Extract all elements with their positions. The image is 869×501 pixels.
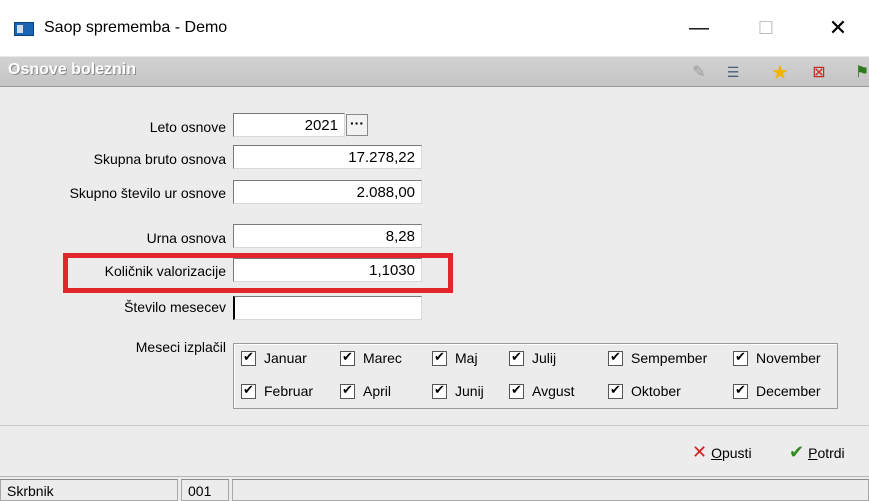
month-checkbox[interactable]: Julij [509, 349, 557, 366]
leto-osnove-label: Leto osnove [149, 119, 226, 135]
delete-icon[interactable]: ⊠ [808, 61, 830, 83]
month-checkbox[interactable]: December [733, 382, 821, 399]
close-x-icon: ✕ [692, 442, 708, 462]
month-label: April [363, 383, 392, 399]
highlight-annotation [63, 253, 453, 293]
exit-icon[interactable]: ⚑ [851, 61, 869, 83]
urna-osnova-label: Urna osnova [146, 230, 226, 246]
month-checkbox[interactable]: Oktober [608, 382, 681, 399]
month-checkbox[interactable]: Junij [432, 382, 484, 399]
checkbox-checked-icon[interactable] [733, 349, 748, 366]
month-checkbox[interactable]: Sempember [608, 349, 708, 366]
cancel-label: Opusti [711, 444, 752, 461]
month-checkbox[interactable]: Marec [340, 349, 402, 366]
action-bar: ✕ Opusti ✔ Potrdi [0, 426, 869, 476]
edit-icon[interactable]: ✎ [688, 61, 710, 83]
checkbox-checked-icon[interactable] [241, 382, 256, 399]
minimize-button[interactable]: — [676, 12, 722, 44]
month-label: Marec [363, 350, 402, 366]
month-label: Sempember [631, 350, 708, 366]
month-label: Februar [264, 383, 314, 399]
section-title: Osnove boleznin [8, 61, 137, 78]
status-code: 001 [181, 479, 229, 501]
month-checkbox[interactable]: Maj [432, 349, 478, 366]
confirm-button[interactable]: ✔ Potrdi [789, 442, 845, 463]
checkmark-icon: ✔ [789, 442, 805, 462]
month-label: Julij [532, 350, 557, 366]
leto-osnove-picker-button[interactable]: ··· [346, 114, 368, 136]
skupna-bruto-osnova-label: Skupna bruto osnova [93, 151, 226, 167]
status-bar: Skrbnik 001 [0, 476, 869, 501]
skupno-stevilo-ur-label: Skupno število ur osnove [69, 185, 226, 201]
status-empty [232, 479, 869, 501]
stevilo-mesecev-label: Število mesecev [124, 299, 226, 315]
star-icon[interactable]: ★ [769, 61, 791, 84]
confirm-label: Potrdi [808, 444, 845, 461]
list-icon[interactable]: ☰ [722, 61, 744, 83]
month-checkbox[interactable]: Avgust [509, 382, 575, 399]
status-user: Skrbnik [0, 479, 178, 501]
cancel-button[interactable]: ✕ Opusti [692, 442, 752, 463]
skupna-bruto-osnova-field[interactable]: 17.278,22 [233, 145, 422, 169]
maximize-button[interactable]: ☐ [743, 12, 789, 44]
month-label: Oktober [631, 383, 681, 399]
month-checkbox[interactable]: April [340, 382, 392, 399]
checkbox-checked-icon[interactable] [432, 349, 447, 366]
month-label: November [756, 350, 821, 366]
meseci-izplacil-label: Meseci izplačil [135, 339, 226, 355]
window-title: Saop sprememba - Demo [44, 19, 228, 36]
app-icon [14, 22, 34, 36]
leto-osnove-field[interactable]: 2021 [233, 113, 345, 137]
month-checkbox[interactable]: November [733, 349, 821, 366]
month-label: December [756, 383, 821, 399]
skupno-stevilo-ur-field[interactable]: 2.088,00 [233, 180, 422, 204]
checkbox-checked-icon[interactable] [340, 382, 355, 399]
checkbox-checked-icon[interactable] [432, 382, 447, 399]
checkbox-checked-icon[interactable] [608, 349, 623, 366]
checkbox-checked-icon[interactable] [340, 349, 355, 366]
month-label: Junij [455, 383, 484, 399]
month-label: Maj [455, 350, 478, 366]
month-label: Avgust [532, 383, 575, 399]
month-label: Januar [264, 350, 307, 366]
month-checkbox[interactable]: Februar [241, 382, 314, 399]
urna-osnova-field[interactable]: 8,28 [233, 224, 422, 248]
checkbox-checked-icon[interactable] [608, 382, 623, 399]
checkbox-checked-icon[interactable] [509, 382, 524, 399]
close-button[interactable]: ✕ [815, 12, 861, 44]
checkbox-checked-icon[interactable] [509, 349, 524, 366]
checkbox-checked-icon[interactable] [733, 382, 748, 399]
month-checkbox[interactable]: Januar [241, 349, 307, 366]
checkbox-checked-icon[interactable] [241, 349, 256, 366]
stevilo-mesecev-field[interactable] [233, 296, 422, 320]
window-titlebar: Saop sprememba - Demo — ☐ ✕ [0, 0, 869, 56]
section-header: Osnove boleznin ✎ ☰ ★ ⊠ ⚑ [0, 56, 869, 87]
